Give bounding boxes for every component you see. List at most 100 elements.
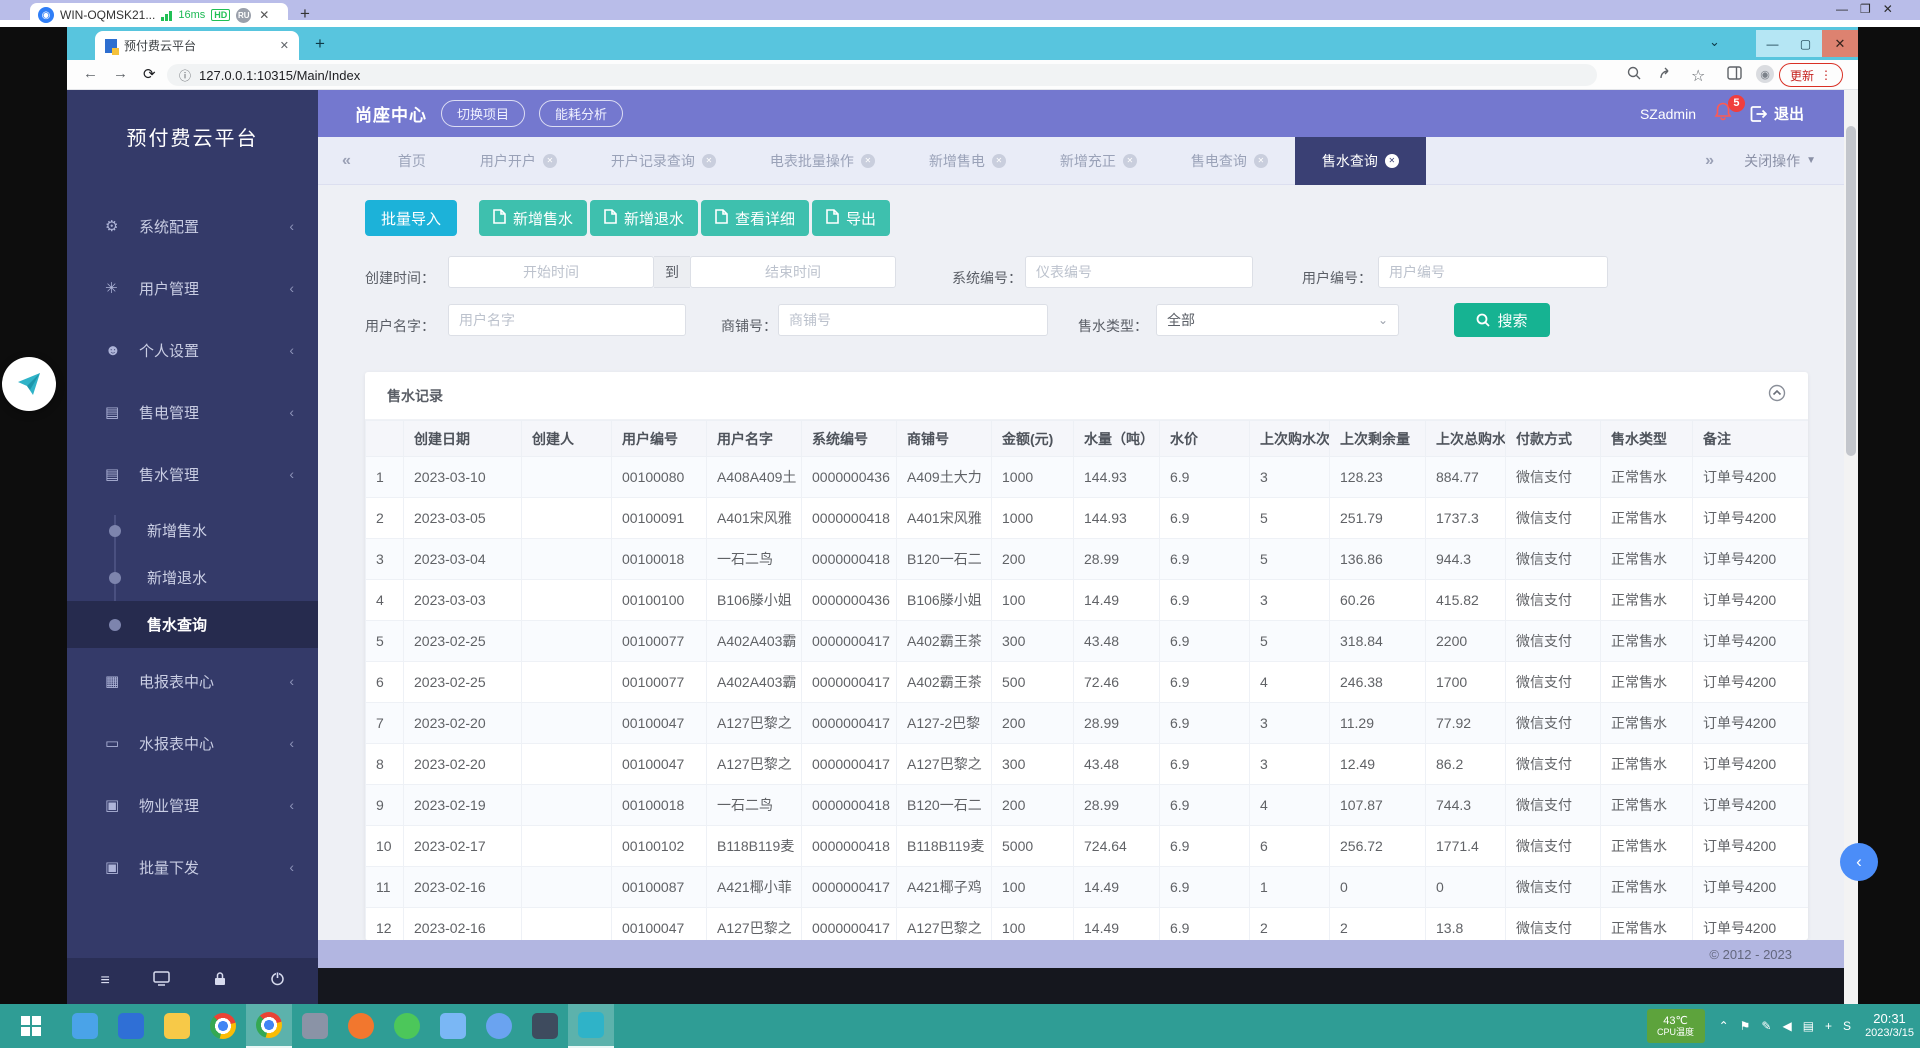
taskbar-chrome-icon[interactable] — [200, 1004, 246, 1048]
address-bar[interactable]: ⓘ 127.0.0.1:10315/Main/Index — [167, 64, 1597, 86]
tab-close-icon[interactable]: ✕ — [861, 154, 875, 168]
sidebar-item-个人设置[interactable]: ☻个人设置‹ — [67, 319, 318, 381]
table-row[interactable]: 122023-02-1600100047A127巴黎之0000000417A12… — [366, 908, 1809, 941]
table-row[interactable]: 22023-03-0500100091A401宋风雅0000000418A401… — [366, 498, 1809, 539]
tab-close-icon[interactable]: ✕ — [1385, 154, 1399, 168]
tab-售水查询[interactable]: 售水查询✕ — [1295, 137, 1426, 185]
tab-close-icon[interactable]: ✕ — [702, 154, 716, 168]
taskbar-todesk-icon[interactable] — [568, 1004, 614, 1048]
tabs-scroll-right-icon[interactable]: » — [1705, 152, 1714, 170]
back-icon[interactable]: ← — [83, 65, 98, 82]
taskbar-display-icon[interactable] — [522, 1004, 568, 1048]
sidebar-subitem-新增退水[interactable]: 新增退水 — [67, 554, 318, 601]
start-button[interactable] — [0, 1004, 62, 1048]
table-row[interactable]: 102023-02-1700100102B118B119麦0000000418B… — [366, 826, 1809, 867]
button-查看详细[interactable]: 查看详细 — [701, 200, 809, 236]
table-row[interactable]: 62023-02-2500100077A402A403霸0000000417A4… — [366, 662, 1809, 703]
sidebar-item-批量下发[interactable]: ▣批量下发‹ — [67, 836, 318, 898]
water-type-select[interactable]: 全部 ⌄ — [1156, 304, 1399, 336]
tray-pen-icon[interactable]: ✎ — [1761, 1019, 1771, 1033]
rdp-close-icon[interactable]: ✕ — [1883, 2, 1893, 16]
table-row[interactable]: 82023-02-2000100047A127巴黎之0000000417A127… — [366, 744, 1809, 785]
menu-dots-icon[interactable]: ⋮ — [1820, 68, 1832, 82]
rdp-new-tab-button[interactable]: + — [300, 4, 310, 24]
sidebar-item-售电管理[interactable]: ▤售电管理‹ — [67, 381, 318, 443]
remote-assist-float-ball[interactable] — [2, 357, 56, 411]
taskbar-clock[interactable]: 20:31 2023/3/15 — [1865, 1011, 1914, 1041]
tab-开户记录查询[interactable]: 开户记录查询✕ — [584, 137, 743, 185]
taskbar-photos-icon[interactable] — [430, 1004, 476, 1048]
tray-flag-icon[interactable]: ⚑ — [1740, 1019, 1751, 1033]
tab-新增充正[interactable]: 新增充正✕ — [1033, 137, 1164, 185]
table-row[interactable]: 92023-02-1900100018一石二鸟0000000418B120一石二… — [366, 785, 1809, 826]
side-panel-icon[interactable] — [1727, 66, 1742, 83]
close-operations-dropdown[interactable]: 关闭操作 ▼ — [1744, 151, 1816, 171]
energy-analysis-button[interactable]: 能耗分析 — [539, 100, 623, 127]
browser-close-button[interactable]: ✕ — [1822, 30, 1858, 57]
reload-icon[interactable]: ⟳ — [143, 65, 156, 83]
tab-close-icon[interactable]: ✕ — [280, 39, 289, 52]
sidebar-item-水报表中心[interactable]: ▭水报表中心‹ — [67, 712, 318, 774]
user-name-input[interactable] — [448, 304, 686, 336]
sidebar-subitem-新增售水[interactable]: 新增售水 — [67, 507, 318, 554]
tab-新增售电[interactable]: 新增售电✕ — [902, 137, 1033, 185]
zoom-icon[interactable] — [1627, 66, 1641, 83]
table-row[interactable]: 72023-02-2000100047A127巴黎之0000000417A127… — [366, 703, 1809, 744]
table-row[interactable]: 52023-02-2500100077A402A403霸0000000417A4… — [366, 621, 1809, 662]
taskbar-settings-icon[interactable] — [476, 1004, 522, 1048]
tab-search-chevron-icon[interactable]: ⌄ — [1709, 34, 1720, 50]
button-导出[interactable]: 导出 — [812, 200, 890, 236]
tray-chevron-up-icon[interactable]: ⌃ — [1719, 1019, 1729, 1033]
button-新增退水[interactable]: 新增退水 — [590, 200, 698, 236]
tray-input-method-icon[interactable]: S — [1843, 1019, 1851, 1033]
tab-close-icon[interactable]: ✕ — [1254, 154, 1268, 168]
profile-avatar[interactable]: ◉ — [1756, 65, 1774, 83]
monitor-icon[interactable] — [153, 971, 170, 991]
power-icon[interactable] — [270, 971, 285, 991]
taskbar-file-explorer-icon[interactable] — [154, 1004, 200, 1048]
rdp-session-tab[interactable]: ◉ WIN-OQMSK21... 16ms HD RU ✕ — [30, 3, 288, 27]
share-icon[interactable] — [1659, 66, 1673, 83]
table-row[interactable]: 12023-03-1000100080A408A409土0000000436A4… — [366, 457, 1809, 498]
taskbar-fax-machine-icon[interactable] — [292, 1004, 338, 1048]
tray-keyboard-icon[interactable]: ▤ — [1803, 1019, 1814, 1033]
taskbar-xshell-icon[interactable] — [108, 1004, 154, 1048]
tab-电表批量操作[interactable]: 电表批量操作✕ — [743, 137, 902, 185]
table-row[interactable]: 42023-03-0300100100B106滕小姐0000000436B106… — [366, 580, 1809, 621]
sidebar-item-用户管理[interactable]: ✳用户管理‹ — [67, 257, 318, 319]
tab-close-icon[interactable]: ✕ — [992, 154, 1006, 168]
tab-首页[interactable]: 首页 — [371, 137, 453, 185]
sidebar-item-电报表中心[interactable]: ▦电报表中心‹ — [67, 650, 318, 712]
lock-icon[interactable] — [213, 971, 227, 991]
tab-售电查询[interactable]: 售电查询✕ — [1164, 137, 1295, 185]
sidebar-subitem-售水查询[interactable]: 售水查询 — [67, 601, 318, 648]
site-info-icon[interactable]: ⓘ — [179, 67, 191, 84]
new-tab-button[interactable]: + — [315, 34, 325, 54]
bookmark-star-icon[interactable]: ☆ — [1691, 66, 1705, 86]
table-row[interactable]: 112023-02-1600100087A421椰小菲0000000417A42… — [366, 867, 1809, 908]
system-no-input[interactable] — [1025, 256, 1253, 288]
button-新增售水[interactable]: 新增售水 — [479, 200, 587, 236]
table-row[interactable]: 32023-03-0400100018一石二鸟0000000418B120一石二… — [366, 539, 1809, 580]
start-time-input[interactable] — [448, 256, 654, 288]
taskbar-chrome-active-icon[interactable] — [246, 1004, 292, 1048]
browser-minimize-button[interactable]: — — [1756, 30, 1789, 57]
sidebar-item-物业管理[interactable]: ▣物业管理‹ — [67, 774, 318, 836]
logout-button[interactable]: 退出 — [1750, 103, 1804, 124]
shop-no-input[interactable] — [778, 304, 1048, 336]
taskbar-my-computer-icon[interactable] — [62, 1004, 108, 1048]
browser-restore-button[interactable]: ▢ — [1789, 30, 1822, 57]
end-time-input[interactable] — [690, 256, 896, 288]
collapse-side-toolbar-button[interactable]: ‹ — [1840, 843, 1878, 881]
tabs-scroll-left-icon[interactable]: « — [342, 152, 351, 170]
tab-用户开户[interactable]: 用户开户✕ — [453, 137, 584, 185]
sidebar-item-系统配置[interactable]: ⚙系统配置‹ — [67, 195, 318, 257]
rdp-tab-close-icon[interactable]: ✕ — [259, 8, 269, 22]
tab-close-icon[interactable]: ✕ — [1123, 154, 1137, 168]
taskbar-wechat-icon[interactable] — [384, 1004, 430, 1048]
button-批量导入[interactable]: 批量导入 — [365, 200, 457, 236]
collapse-panel-icon[interactable] — [1768, 384, 1786, 407]
browser-update-button[interactable]: 更新 ⋮ — [1779, 63, 1843, 87]
taskbar-firefox-icon[interactable] — [338, 1004, 384, 1048]
browser-tab[interactable]: 预付费云平台 ✕ — [95, 31, 299, 60]
